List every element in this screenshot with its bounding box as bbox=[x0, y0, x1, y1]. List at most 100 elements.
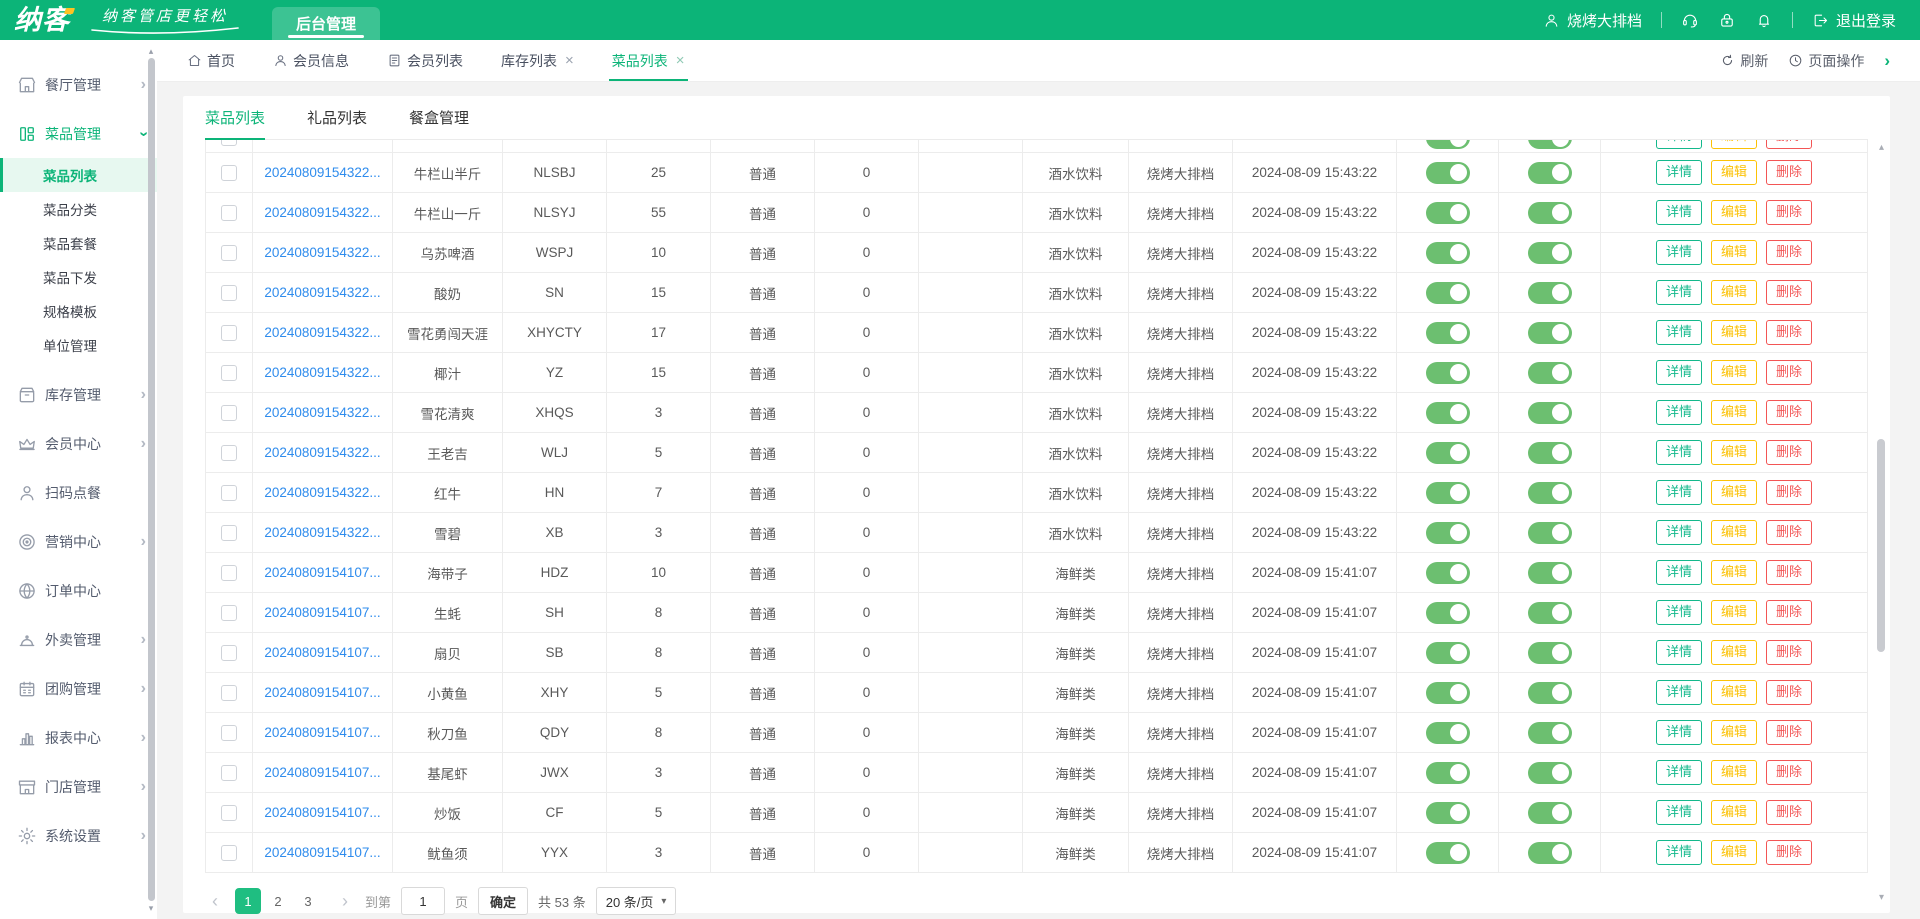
logout-button[interactable]: 退出登录 bbox=[1812, 10, 1896, 31]
row-toggle-enabled[interactable] bbox=[1425, 641, 1470, 664]
row-checkbox[interactable] bbox=[221, 804, 237, 821]
delete-button[interactable]: 删除 bbox=[1766, 360, 1813, 385]
row-toggle-visible[interactable] bbox=[1527, 801, 1572, 824]
delete-button[interactable]: 删除 bbox=[1766, 640, 1813, 665]
row-toggle-visible[interactable] bbox=[1527, 321, 1572, 344]
row-toggle-enabled[interactable] bbox=[1425, 441, 1470, 464]
sidebar-item-order[interactable]: 订单中心 bbox=[0, 566, 157, 615]
row-id-link[interactable]: 20240809154107... bbox=[264, 845, 380, 860]
edit-button[interactable]: 编辑 bbox=[1710, 280, 1757, 305]
delete-button[interactable]: 删除 bbox=[1766, 440, 1813, 465]
edit-button[interactable]: 编辑 bbox=[1710, 360, 1757, 385]
row-id-link[interactable]: 20240809154107... bbox=[264, 725, 380, 740]
goto-page-input[interactable] bbox=[401, 887, 446, 915]
detail-button[interactable]: 详情 bbox=[1655, 600, 1702, 625]
detail-button[interactable]: 详情 bbox=[1655, 320, 1702, 345]
confirm-page-button[interactable]: 确定 bbox=[478, 887, 529, 915]
row-id-link[interactable]: 20240809154322... bbox=[264, 245, 380, 260]
delete-button[interactable]: 删除 bbox=[1766, 720, 1813, 745]
delete-button[interactable]: 删除 bbox=[1766, 320, 1813, 345]
delete-button[interactable]: 删除 bbox=[1766, 800, 1813, 825]
delete-button[interactable]: 删除 bbox=[1766, 400, 1813, 425]
row-toggle-enabled[interactable] bbox=[1425, 761, 1470, 784]
sidebar-item-inventory[interactable]: 库存管理 › bbox=[0, 370, 157, 419]
detail-button[interactable]: 详情 bbox=[1655, 720, 1702, 745]
row-checkbox[interactable] bbox=[221, 364, 237, 381]
edit-button[interactable]: 编辑 bbox=[1710, 800, 1757, 825]
security-lock-icon[interactable] bbox=[1718, 11, 1736, 29]
page-ops-button[interactable]: 页面操作 bbox=[1788, 51, 1864, 71]
chevron-right-icon[interactable]: › bbox=[1884, 51, 1890, 71]
detail-button[interactable]: 详情 bbox=[1655, 760, 1702, 785]
edit-button[interactable]: 编辑 bbox=[1710, 140, 1757, 149]
detail-button[interactable]: 详情 bbox=[1655, 640, 1702, 665]
row-toggle-visible[interactable] bbox=[1527, 521, 1572, 544]
page-size-select[interactable]: 20 条/页 ▾ bbox=[595, 887, 677, 915]
detail-button[interactable]: 详情 bbox=[1655, 800, 1702, 825]
row-checkbox[interactable] bbox=[221, 724, 237, 741]
sidebar-scrollbar-thumb[interactable] bbox=[147, 58, 155, 901]
row-checkbox[interactable] bbox=[221, 284, 237, 301]
row-toggle-visible[interactable] bbox=[1527, 721, 1572, 744]
delete-button[interactable]: 删除 bbox=[1766, 680, 1813, 705]
delete-button[interactable]: 删除 bbox=[1766, 160, 1813, 185]
support-headset-icon[interactable] bbox=[1681, 11, 1699, 29]
scroll-up-icon[interactable]: ▴ bbox=[149, 46, 154, 56]
edit-button[interactable]: 编辑 bbox=[1710, 720, 1757, 745]
edit-button[interactable]: 编辑 bbox=[1710, 560, 1757, 585]
row-checkbox[interactable] bbox=[221, 444, 237, 461]
page-number-1[interactable]: 1 bbox=[235, 888, 261, 914]
edit-button[interactable]: 编辑 bbox=[1710, 400, 1757, 425]
row-id-link[interactable]: 20240809154322... bbox=[264, 325, 380, 340]
detail-button[interactable]: 详情 bbox=[1655, 200, 1702, 225]
detail-button[interactable]: 详情 bbox=[1655, 440, 1702, 465]
row-toggle-visible[interactable] bbox=[1527, 561, 1572, 584]
table-scrollbar[interactable]: ▴ ▾ bbox=[1875, 142, 1888, 903]
detail-button[interactable]: 详情 bbox=[1655, 360, 1702, 385]
sidebar-subitem-spec-template[interactable]: 规格模板 bbox=[0, 294, 157, 328]
row-id-link[interactable]: 20240809154322... bbox=[264, 525, 380, 540]
row-toggle-visible[interactable] bbox=[1527, 201, 1572, 224]
refresh-button[interactable]: 刷新 bbox=[1720, 51, 1768, 71]
delete-button[interactable]: 删除 bbox=[1766, 480, 1813, 505]
row-checkbox[interactable] bbox=[221, 404, 237, 421]
detail-button[interactable]: 详情 bbox=[1655, 840, 1702, 865]
row-toggle-visible[interactable] bbox=[1527, 361, 1572, 384]
tab-member-info[interactable]: 会员信息 bbox=[273, 40, 349, 81]
row-id-link[interactable]: 20240809154322... bbox=[264, 365, 380, 380]
detail-button[interactable]: 详情 bbox=[1655, 140, 1702, 149]
sidebar-item-restaurant[interactable]: 餐厅管理 › bbox=[0, 60, 157, 109]
row-toggle-visible[interactable] bbox=[1527, 841, 1572, 864]
sidebar-item-report[interactable]: 报表中心 › bbox=[0, 713, 157, 762]
row-toggle-visible[interactable] bbox=[1527, 681, 1572, 704]
notification-bell-icon[interactable] bbox=[1755, 11, 1773, 29]
row-toggle-enabled[interactable] bbox=[1425, 201, 1470, 224]
row-id-link[interactable]: 20240809154107... bbox=[264, 605, 380, 620]
sidebar-item-member[interactable]: 会员中心 › bbox=[0, 419, 157, 468]
subtab-mealbox-mgmt[interactable]: 餐盒管理 bbox=[409, 96, 469, 139]
row-checkbox[interactable] bbox=[221, 324, 237, 341]
row-id-link[interactable]: 20240809154107... bbox=[264, 645, 380, 660]
sidebar-subitem-dish-list[interactable]: 菜品列表 bbox=[0, 158, 157, 192]
tab-inventory-list[interactable]: 库存列表 × bbox=[501, 40, 574, 81]
delete-button[interactable]: 删除 bbox=[1766, 760, 1813, 785]
sidebar-item-settings[interactable]: 系统设置 › bbox=[0, 811, 157, 860]
tab-home[interactable]: 首页 bbox=[187, 40, 235, 81]
row-checkbox[interactable] bbox=[221, 844, 237, 861]
row-toggle-enabled[interactable] bbox=[1425, 401, 1470, 424]
row-checkbox[interactable] bbox=[221, 564, 237, 581]
edit-button[interactable]: 编辑 bbox=[1710, 840, 1757, 865]
row-checkbox[interactable] bbox=[221, 244, 237, 261]
row-id-link[interactable]: 20240809154107... bbox=[264, 765, 380, 780]
detail-button[interactable]: 详情 bbox=[1655, 520, 1702, 545]
row-toggle-enabled[interactable] bbox=[1425, 281, 1470, 304]
row-checkbox[interactable] bbox=[221, 484, 237, 501]
delete-button[interactable]: 删除 bbox=[1766, 140, 1813, 149]
row-toggle-visible[interactable] bbox=[1527, 601, 1572, 624]
delete-button[interactable]: 删除 bbox=[1766, 200, 1813, 225]
subtab-dish-list[interactable]: 菜品列表 bbox=[205, 96, 266, 140]
row-toggle-enabled[interactable] bbox=[1425, 561, 1470, 584]
row-checkbox[interactable] bbox=[221, 164, 237, 181]
row-toggle-enabled[interactable] bbox=[1425, 481, 1470, 504]
page-number-3[interactable]: 3 bbox=[295, 888, 321, 914]
